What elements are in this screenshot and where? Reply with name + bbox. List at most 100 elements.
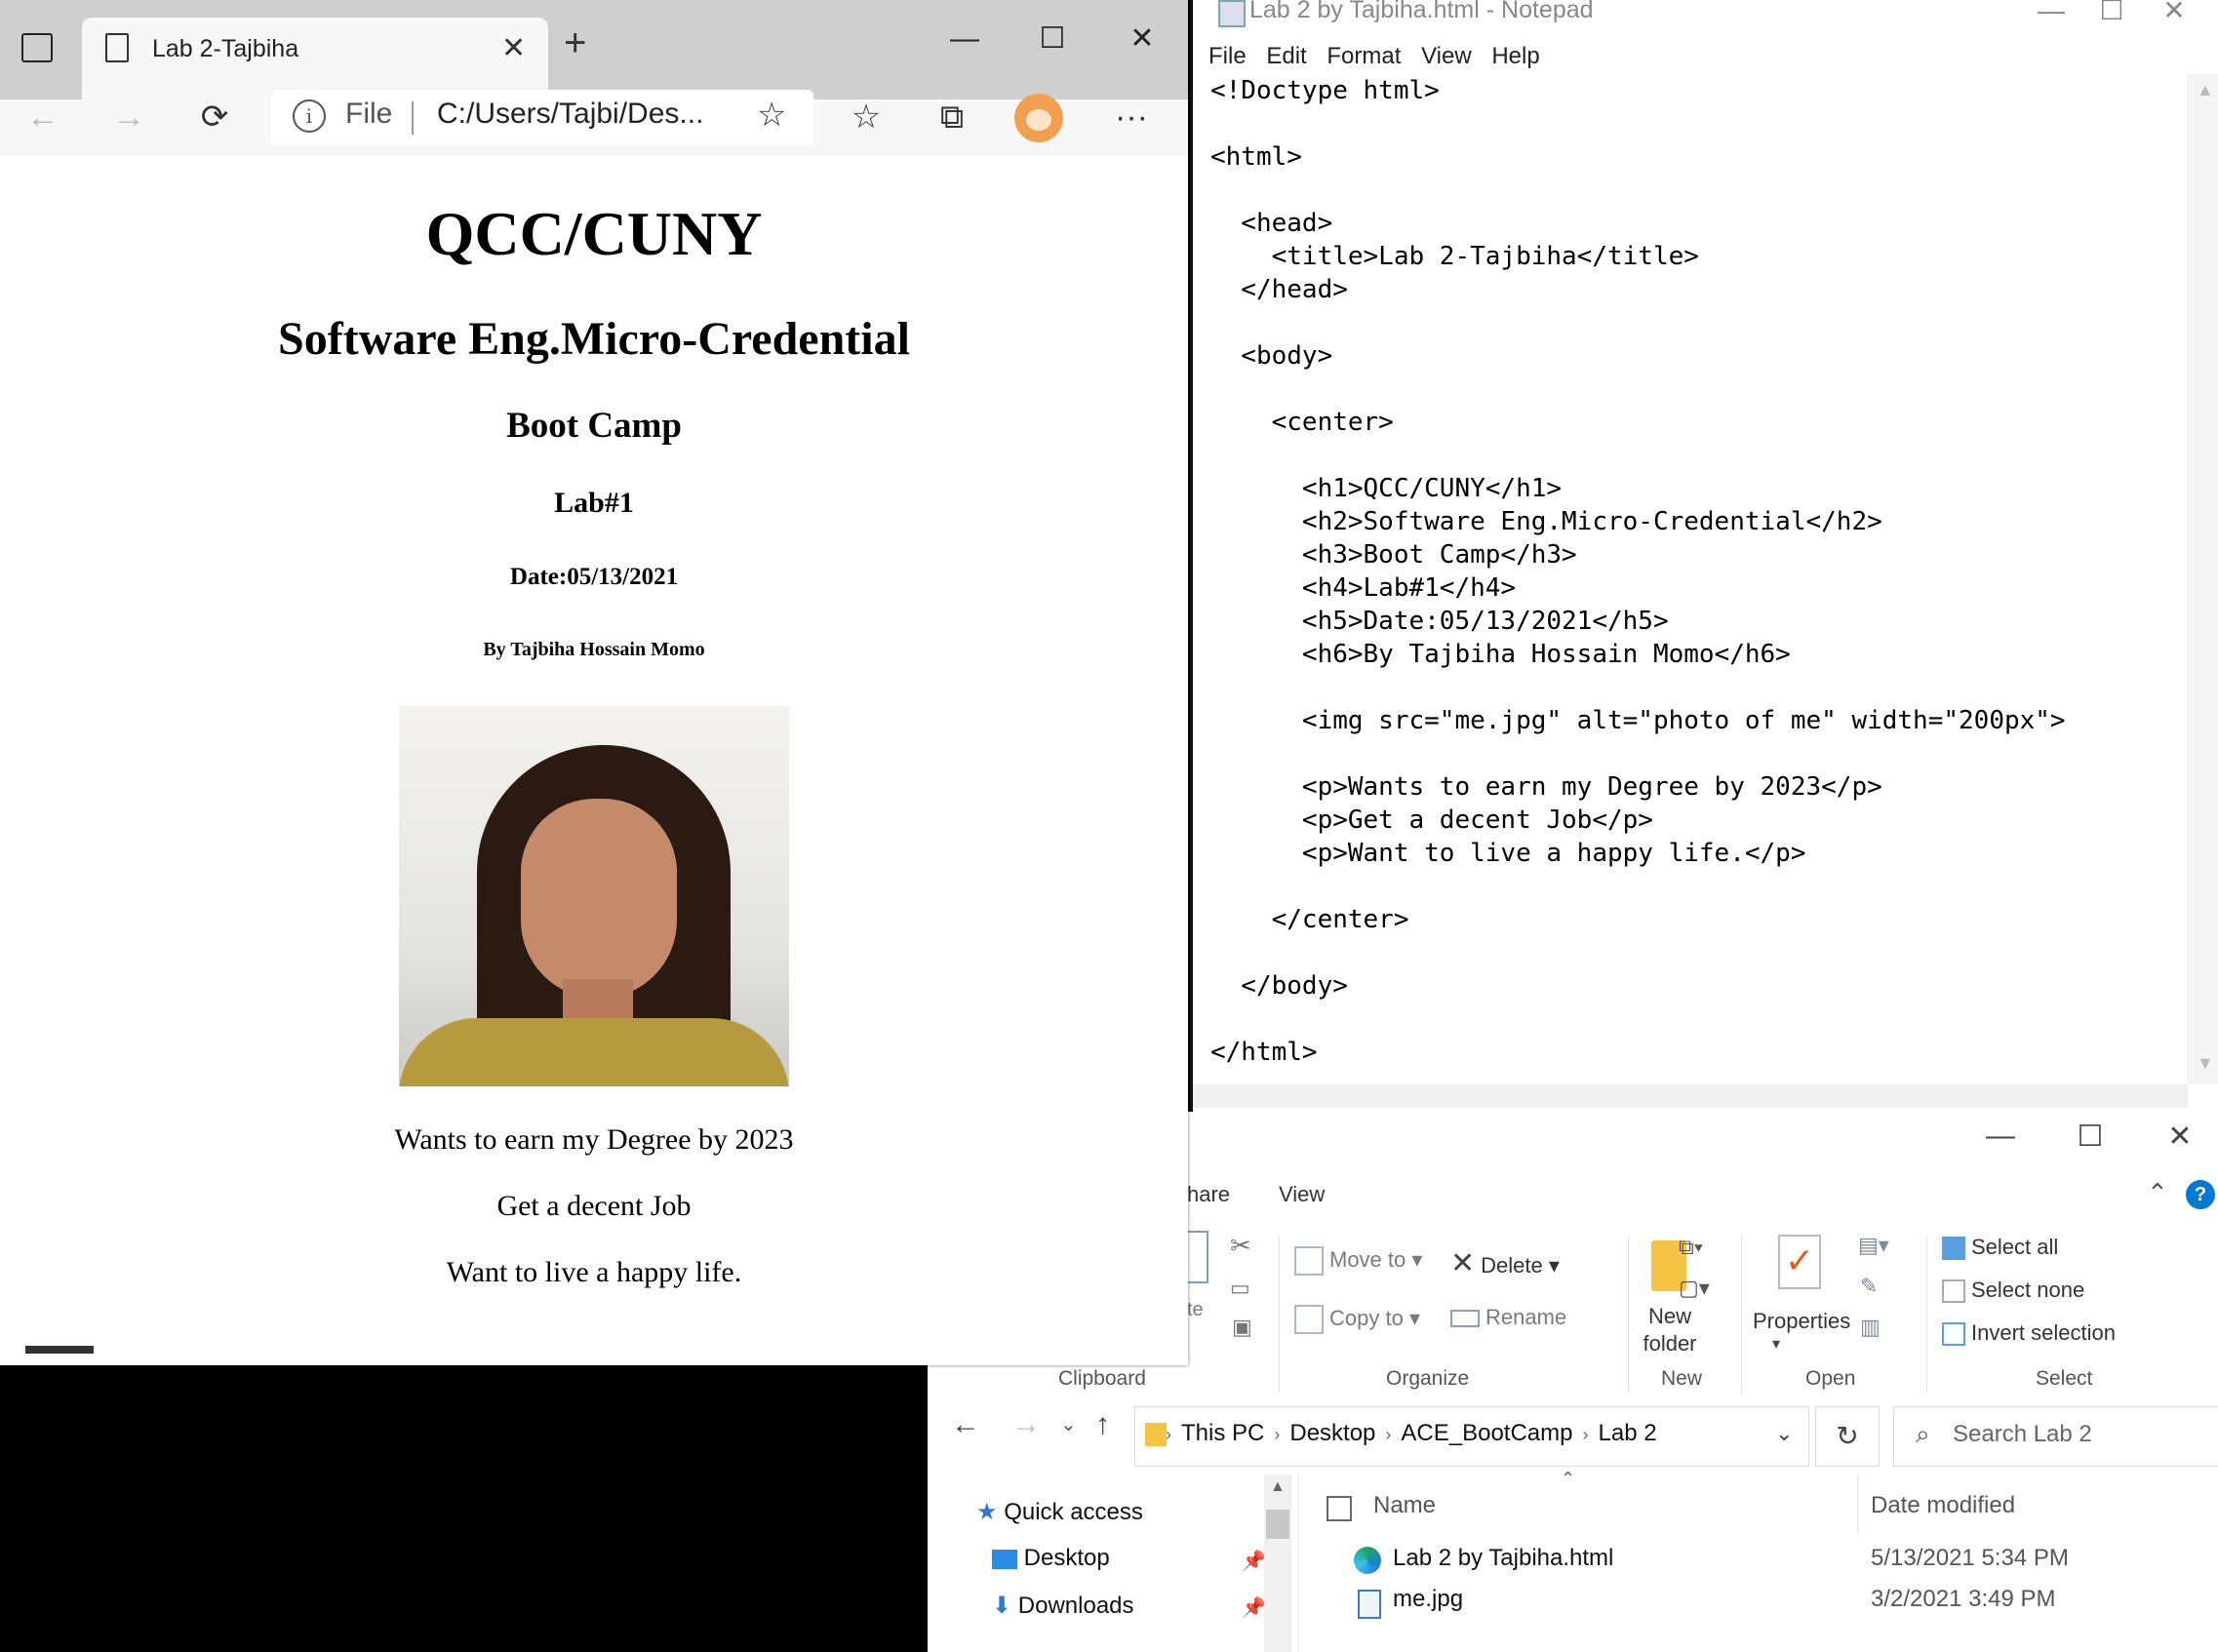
- scroll-down-icon[interactable]: ▼: [2197, 1053, 2214, 1074]
- menu-edit[interactable]: Edit: [1266, 43, 1306, 69]
- nav-scrollbar[interactable]: ▲: [1264, 1475, 1291, 1652]
- maximize-icon[interactable]: ☐: [1018, 10, 1087, 68]
- collections-icon[interactable]: ⧉: [923, 90, 981, 146]
- notepad-titlebar[interactable]: Lab 2 by Tajbiha.html - Notepad — ☐ ✕: [1193, 0, 2218, 29]
- menu-view[interactable]: View: [1421, 43, 1472, 69]
- close-icon[interactable]: ✕: [1108, 10, 1176, 68]
- scroll-thumb[interactable]: [1266, 1510, 1289, 1539]
- nav-quick-access[interactable]: ★ Quick access: [976, 1498, 1143, 1526]
- add-favorite-icon[interactable]: ☆: [757, 96, 786, 135]
- close-icon[interactable]: ✕: [2151, 1120, 2209, 1159]
- ribbon-separator: [1926, 1237, 1927, 1393]
- address-dropdown-icon[interactable]: ⌄: [1775, 1421, 1793, 1446]
- menu-help[interactable]: Help: [1491, 43, 1539, 69]
- address-bar[interactable]: i File C:/Users/Tajbi/Des... ☆: [271, 90, 813, 146]
- new-tab-icon[interactable]: +: [564, 21, 586, 65]
- refresh-icon[interactable]: ⟳: [185, 90, 244, 146]
- help-icon[interactable]: ?: [2186, 1180, 2215, 1209]
- up-icon[interactable]: ↑: [1095, 1408, 1110, 1441]
- menu-file[interactable]: File: [1208, 43, 1247, 69]
- select-all-button[interactable]: Select all: [1942, 1235, 2058, 1261]
- favorites-icon[interactable]: ☆: [837, 90, 895, 146]
- url-text[interactable]: C:/Users/Tajbi/Des...: [437, 98, 703, 131]
- delete-button[interactable]: ✕ Delete ▾: [1450, 1246, 1560, 1280]
- back-icon[interactable]: ←: [951, 1408, 980, 1441]
- nav-quick-access-label: Quick access: [1004, 1499, 1143, 1525]
- column-date-modified[interactable]: Date modified: [1871, 1492, 2015, 1519]
- invert-selection-button[interactable]: Invert selection: [1942, 1320, 2116, 1347]
- file-name: Lab 2 by Tajbiha.html: [1393, 1545, 1614, 1571]
- html-source-code[interactable]: <!Doctype html> <html> <head> <title>Lab…: [1193, 74, 2188, 1069]
- horizontal-scrollbar[interactable]: [1193, 1084, 2188, 1108]
- page-heading-3: Boot Camp: [506, 406, 682, 446]
- back-icon[interactable]: ←: [14, 90, 72, 146]
- move-to-button[interactable]: Move to ▾: [1294, 1246, 1422, 1276]
- file-name: me.jpg: [1393, 1586, 1464, 1612]
- new-folder-button[interactable]: New folder: [1636, 1303, 1704, 1357]
- download-icon: ⬇: [992, 1593, 1012, 1619]
- breadcrumb-ace-bootcamp[interactable]: ACE_BootCamp: [1401, 1420, 1572, 1446]
- properties-button[interactable]: Properties: [1753, 1309, 1850, 1334]
- minimize-icon[interactable]: —: [2022, 0, 2080, 29]
- column-name[interactable]: Name: [1373, 1492, 1436, 1519]
- rename-button[interactable]: Rename: [1450, 1305, 1566, 1330]
- nav-desktop[interactable]: Desktop: [992, 1545, 1110, 1572]
- refresh-icon[interactable]: ↻: [1815, 1406, 1880, 1467]
- maximize-icon[interactable]: ☐: [2082, 0, 2141, 29]
- delete-icon: ✕: [1450, 1247, 1476, 1279]
- properties-dropdown-icon[interactable]: ▾: [1772, 1334, 1780, 1354]
- history-icon[interactable]: ▥: [1860, 1315, 1881, 1340]
- edit-icon[interactable]: ✎: [1860, 1274, 1878, 1299]
- breadcrumb-this-pc[interactable]: This PC: [1181, 1420, 1264, 1446]
- nav-downloads[interactable]: ⬇ Downloads: [992, 1592, 1134, 1620]
- tab-share[interactable]: hare: [1187, 1182, 1230, 1207]
- breadcrumb-desktop[interactable]: Desktop: [1289, 1420, 1375, 1446]
- address-divider: [412, 101, 414, 135]
- easy-access-icon[interactable]: ▢▾: [1679, 1276, 1710, 1301]
- open-icon[interactable]: ▤▾: [1858, 1233, 1889, 1258]
- list-item[interactable]: Lab 2 by Tajbiha.html 5/13/2021 5:34 PM: [1338, 1545, 2218, 1580]
- minimize-icon[interactable]: —: [931, 10, 999, 68]
- pin-icon[interactable]: 📌: [1242, 1595, 1266, 1620]
- scroll-up-icon[interactable]: ▲: [2197, 80, 2214, 100]
- search-input[interactable]: Search Lab 2: [1953, 1421, 2092, 1448]
- invert-selection-label: Invert selection: [1971, 1320, 2116, 1345]
- info-icon[interactable]: i: [293, 99, 326, 133]
- group-clipboard: Clipboard: [1058, 1367, 1146, 1390]
- more-icon[interactable]: ···: [1102, 90, 1161, 146]
- copy-to-button[interactable]: Copy to ▾: [1294, 1305, 1420, 1334]
- menu-format[interactable]: Format: [1327, 43, 1401, 69]
- minimize-icon[interactable]: —: [1971, 1120, 2030, 1159]
- recent-locations-icon[interactable]: ⌄: [1060, 1412, 1077, 1436]
- paste-label: te: [1187, 1299, 1204, 1320]
- scroll-up-icon[interactable]: ▲: [1270, 1478, 1286, 1496]
- forward-icon[interactable]: →: [99, 90, 158, 146]
- properties-icon[interactable]: ✓: [1778, 1235, 1821, 1289]
- search-box[interactable]: ⌕ Search Lab 2: [1893, 1406, 2218, 1467]
- vertical-scrollbar[interactable]: ▲ ▼: [2188, 74, 2218, 1084]
- notepad-text-area[interactable]: <!Doctype html> <html> <head> <title>Lab…: [1193, 74, 2188, 1084]
- breadcrumb-lab-2[interactable]: Lab 2: [1599, 1420, 1657, 1446]
- page-icon: [105, 33, 129, 62]
- forward-icon[interactable]: →: [1011, 1408, 1041, 1441]
- select-none-button[interactable]: Select none: [1942, 1278, 2084, 1304]
- new-item-icon[interactable]: ⧉▾: [1679, 1235, 1703, 1260]
- list-item[interactable]: me.jpg 3/2/2021 3:49 PM: [1338, 1586, 2218, 1621]
- close-tab-icon[interactable]: ✕: [501, 31, 526, 65]
- collapse-ribbon-icon[interactable]: ⌃: [2147, 1178, 2168, 1208]
- tab-strip: Lab 2-Tajbiha ✕ + — ☐ ✕: [0, 0, 1188, 101]
- cut-icon[interactable]: ✂: [1230, 1231, 1251, 1261]
- notepad-title: Lab 2 by Tajbiha.html - Notepad: [1249, 0, 1594, 23]
- copy-path-icon[interactable]: ▭: [1230, 1276, 1250, 1301]
- image-file-icon: [1358, 1590, 1381, 1619]
- tab-actions-icon[interactable]: [21, 33, 53, 62]
- tab-view[interactable]: View: [1279, 1182, 1325, 1207]
- select-all-checkbox[interactable]: [1327, 1496, 1352, 1521]
- ribbon-separator: [1741, 1237, 1742, 1393]
- profile-avatar[interactable]: [1014, 94, 1063, 142]
- edge-browser-window: Lab 2-Tajbiha ✕ + — ☐ ✕ ← → ⟳ i File C:/…: [0, 0, 1188, 1365]
- pin-icon[interactable]: 📌: [1242, 1549, 1266, 1573]
- maximize-icon[interactable]: ☐: [2061, 1120, 2119, 1159]
- close-icon[interactable]: ✕: [2145, 0, 2203, 29]
- paste-shortcut-icon[interactable]: ▣: [1232, 1315, 1252, 1340]
